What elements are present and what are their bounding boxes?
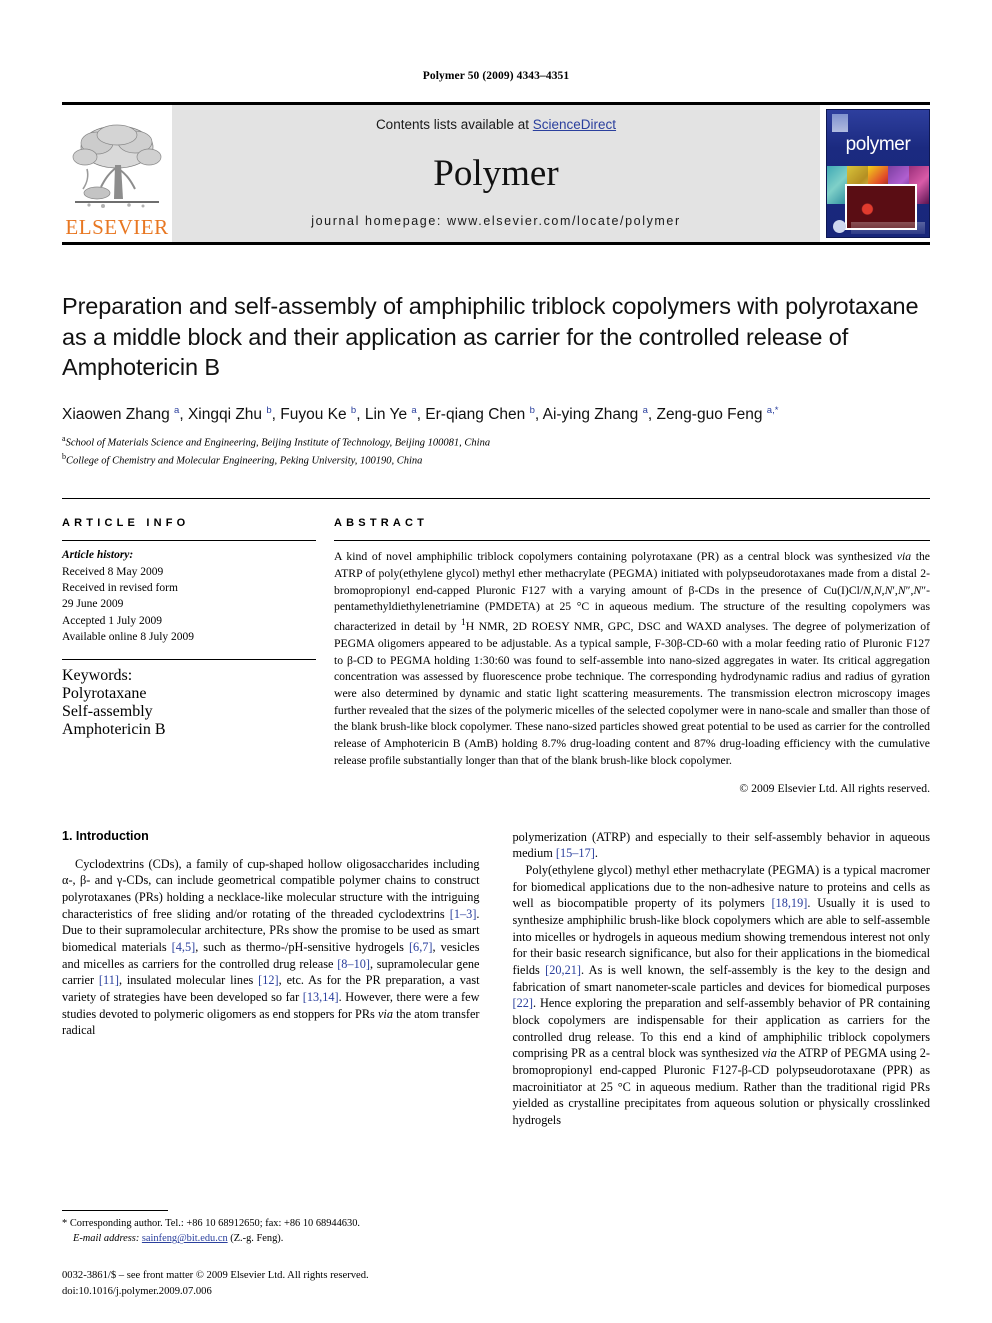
history-item: Accepted 1 July 2009 <box>62 614 162 627</box>
section-heading-introduction: 1. Introduction <box>62 828 149 843</box>
contents-available-prefix: Contents lists available at <box>375 117 533 132</box>
keyword-item: Polyrotaxane <box>62 685 147 703</box>
affiliation-a: aSchool of Materials Science and Enginee… <box>62 433 930 451</box>
contents-available-line: Contents lists available at ScienceDirec… <box>376 117 616 132</box>
journal-cover-image: polymer <box>826 109 930 238</box>
affiliation-list: aSchool of Materials Science and Enginee… <box>62 433 930 468</box>
cover-footer-badge-icon <box>833 220 846 233</box>
intro-paragraph-right-1: polymerization (ATRP) and especially to … <box>512 829 931 861</box>
footer-area: * Corresponding author. Tel.: +86 10 689… <box>62 1210 474 1299</box>
history-item: 29 June 2009 <box>62 598 124 611</box>
intro-paragraph-right-2: Poly(ethylene glycol) methyl ether metha… <box>512 862 931 1127</box>
sciencedirect-link[interactable]: ScienceDirect <box>533 117 616 132</box>
affiliation-b-text: College of Chemistry and Molecular Engin… <box>66 455 423 467</box>
paper-page: Polymer 50 (2009) 4343–4351 ELSEVIER Con… <box>0 0 992 1323</box>
cover-footer-text <box>851 222 925 234</box>
doi-line: doi:10.1016/j.polymer.2009.07.006 <box>62 1285 212 1297</box>
body-columns: 1. Introduction Cyclodextrins (CDs), a f… <box>62 829 930 1129</box>
abstract-text: A kind of novel amphiphilic triblock cop… <box>334 550 930 767</box>
corresponding-author-marker: * <box>62 1218 68 1230</box>
page-title: Preparation and self-assembly of amphiph… <box>62 293 919 381</box>
email-label: E-mail address: <box>73 1233 140 1245</box>
affiliation-a-text: School of Materials Science and Engineer… <box>65 437 491 449</box>
cover-journal-title: polymer <box>845 134 911 155</box>
keyword-item: Amphotericin B <box>62 721 166 739</box>
keywords-block: Keywords: Polyrotaxane Self-assembly Amp… <box>62 659 316 739</box>
body-column-right: polymerization (ATRP) and especially to … <box>513 829 931 1129</box>
article-history-block: Article history: Received 8 May 2009 Rec… <box>62 541 316 645</box>
article-history-label: Article history: <box>62 549 134 562</box>
history-item: Received 8 May 2009 <box>62 565 164 578</box>
journal-banner-center: Contents lists available at ScienceDirec… <box>172 105 820 242</box>
journal-title: Polymer <box>433 152 559 194</box>
footnote-rule <box>62 1210 168 1212</box>
keywords-label: Keywords: <box>62 667 133 685</box>
affiliation-b: bCollege of Chemistry and Molecular Engi… <box>62 451 930 469</box>
abstract-column: ABSTRACT A kind of novel amphiphilic tri… <box>334 517 930 795</box>
history-item: Available online 8 July 2009 <box>62 630 195 643</box>
article-info-heading: ARTICLE INFO <box>62 517 190 530</box>
issn-copyright-block: 0032-3861/$ – see front matter © 2009 El… <box>62 1268 474 1299</box>
issn-line: 0032-3861/$ – see front matter © 2009 El… <box>62 1270 369 1282</box>
keyword-item: Self-assembly <box>62 703 153 721</box>
cover-elsevier-mark-icon <box>832 114 848 132</box>
email-line: E-mail address: sainfeng@bit.edu.cn (Z.-… <box>62 1231 474 1246</box>
abstract-heading: ABSTRACT <box>334 517 429 530</box>
email-link[interactable]: sainfeng@bit.edu.cn <box>142 1233 228 1244</box>
info-abstract-section: ARTICLE INFO Article history: Received 8… <box>62 498 930 795</box>
intro-paragraph-left: Cyclodextrins (CDs), a family of cup-sha… <box>62 856 480 1038</box>
body-column-left: 1. Introduction Cyclodextrins (CDs), a f… <box>62 829 480 1129</box>
abstract-copyright: © 2009 Elsevier Ltd. All rights reserved… <box>739 781 930 795</box>
author-list: Xiaowen Zhang a, Xingqi Zhu b, Fuyou Ke … <box>62 404 779 423</box>
corresponding-author-line: * Corresponding author. Tel.: +86 10 689… <box>62 1216 474 1231</box>
journal-homepage-line[interactable]: journal homepage: www.elsevier.com/locat… <box>311 214 681 228</box>
abstract-body: A kind of novel amphiphilic triblock cop… <box>334 541 930 769</box>
journal-banner: ELSEVIER Contents lists available at Sci… <box>62 102 930 245</box>
elsevier-tree-icon <box>67 117 167 217</box>
article-info-column: ARTICLE INFO Article history: Received 8… <box>62 517 334 794</box>
corresponding-author-text: Corresponding author. Tel.: +86 10 68912… <box>69 1218 360 1230</box>
title-block: Preparation and self-assembly of amphiph… <box>62 291 930 468</box>
corresponding-author-footnote: * Corresponding author. Tel.: +86 10 689… <box>62 1216 474 1246</box>
running-head: Polymer 50 (2009) 4343–4351 <box>422 70 570 82</box>
email-suffix: (Z.-g. Feng). <box>230 1233 284 1245</box>
history-item: Received in revised form <box>62 581 178 594</box>
elsevier-logo: ELSEVIER <box>62 105 172 242</box>
elsevier-wordmark: ELSEVIER <box>65 215 169 239</box>
